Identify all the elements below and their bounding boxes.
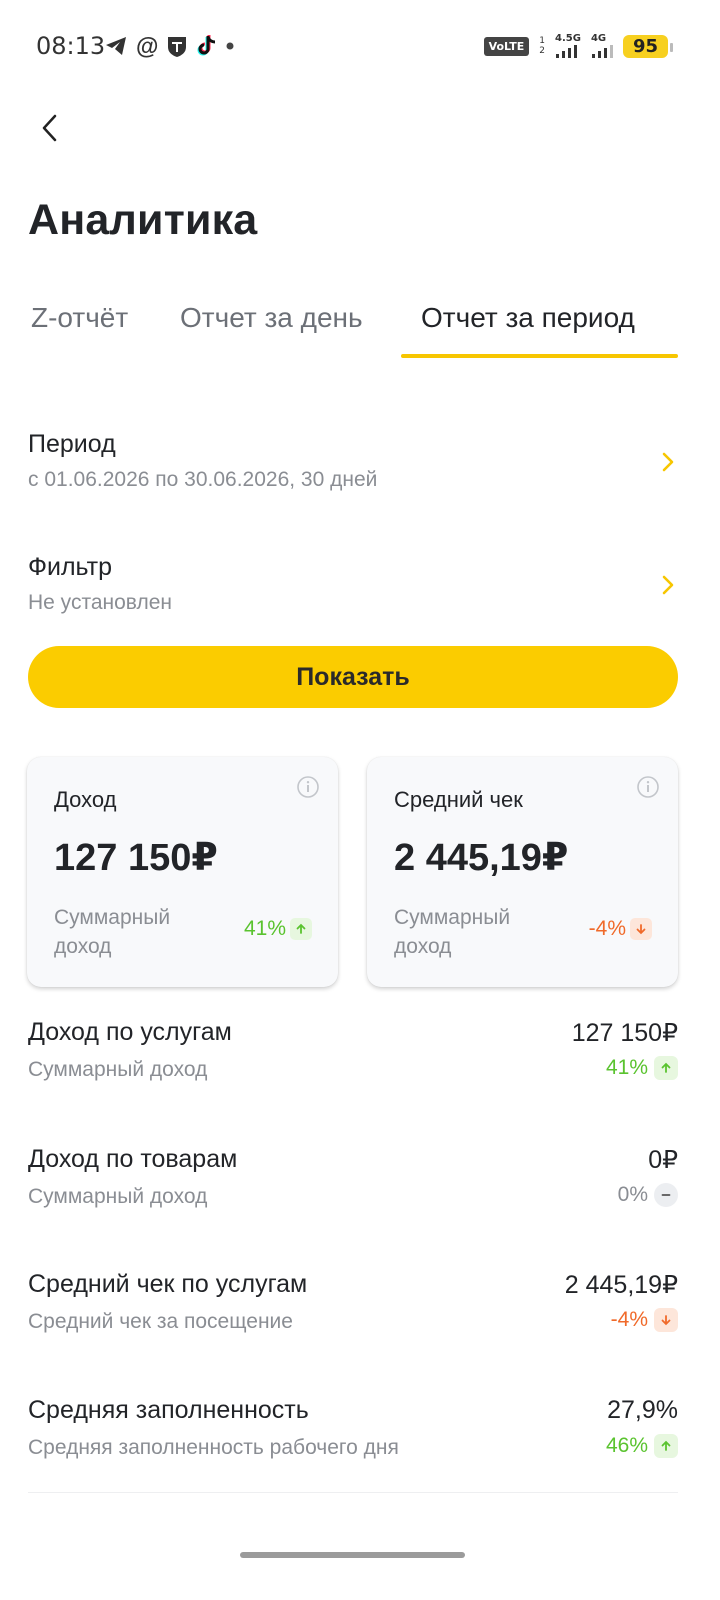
arrow-up-icon bbox=[654, 1434, 678, 1458]
income-card: Доход 127 150₽ Суммарный доход 41% bbox=[27, 757, 338, 987]
arrow-up-icon bbox=[290, 918, 312, 940]
minus-icon bbox=[654, 1183, 678, 1207]
active-tab-indicator bbox=[401, 354, 678, 358]
metric-title: Доход по услугам bbox=[28, 1018, 232, 1046]
chevron-left-icon bbox=[42, 114, 57, 142]
filter-value: Не установлен bbox=[28, 591, 172, 614]
change-value: 41% bbox=[243, 917, 286, 940]
metric-value: 27,9% bbox=[607, 1396, 678, 1424]
change-value: -4% bbox=[610, 1308, 648, 1331]
metric-goods-income: Доход по товарам Суммарный доход 0₽ 0% bbox=[28, 1145, 678, 1225]
chevron-right-icon bbox=[662, 575, 674, 595]
divider bbox=[28, 1492, 678, 1493]
telegram-icon bbox=[104, 35, 128, 57]
status-bar: 08:13 @ VoLTE 1 2 4.5G 4G 95 bbox=[0, 0, 720, 92]
tab-period-report[interactable]: Отчет за период bbox=[421, 302, 635, 334]
change-badge: 41% bbox=[606, 1056, 678, 1080]
more-notifications-dot-icon bbox=[226, 42, 234, 50]
metric-title: Средняя заполненность bbox=[28, 1396, 309, 1424]
metric-value: 2 445,19₽ bbox=[564, 1271, 678, 1299]
card-value: 127 150₽ bbox=[54, 837, 218, 879]
arrow-down-icon bbox=[630, 918, 652, 940]
signal-sim2: 4G bbox=[591, 34, 613, 58]
period-selector[interactable]: Период с 01.06.2026 по 30.06.2026, 30 дн… bbox=[28, 430, 692, 510]
change-value: -4% bbox=[588, 917, 626, 940]
tab-z-report[interactable]: Z-отчёт bbox=[31, 302, 128, 334]
system-indicators: VoLTE 1 2 4.5G 4G 95 bbox=[483, 33, 674, 59]
show-button[interactable]: Показать bbox=[28, 646, 678, 708]
metric-services-average-check: Средний чек по услугам Средний чек за по… bbox=[28, 1270, 678, 1350]
metric-title: Доход по товарам bbox=[28, 1145, 238, 1173]
metric-average-occupancy: Средняя заполненность Средняя заполненно… bbox=[28, 1396, 678, 1476]
change-value: 0% bbox=[617, 1183, 648, 1206]
info-icon[interactable] bbox=[636, 775, 660, 799]
change-value: 41% bbox=[605, 1056, 648, 1079]
battery-indicator: 95 bbox=[622, 34, 674, 58]
change-badge: 41% bbox=[244, 917, 312, 941]
change-badge: 46% bbox=[606, 1434, 678, 1458]
network-type-label: 4.5G bbox=[555, 33, 581, 44]
average-check-card: Средний чек 2 445,19₽ Суммарный доход -4… bbox=[367, 757, 678, 987]
metric-subtitle: Средняя заполненность рабочего дня bbox=[28, 1436, 399, 1459]
signal-bars-icon bbox=[556, 45, 577, 58]
metric-subtitle: Суммарный доход bbox=[28, 1185, 208, 1208]
tab-day-report[interactable]: Отчет за день bbox=[180, 302, 363, 334]
signal-sim1: 4.5G bbox=[555, 34, 581, 58]
arrow-down-icon bbox=[654, 1308, 678, 1332]
metric-value: 0₽ bbox=[648, 1146, 678, 1174]
metric-subtitle: Средний чек за посещение bbox=[28, 1310, 293, 1333]
metric-subtitle: Суммарный доход bbox=[28, 1058, 208, 1081]
change-badge: 0% bbox=[618, 1183, 678, 1207]
info-icon[interactable] bbox=[296, 775, 320, 799]
page-title: Аналитика bbox=[28, 196, 258, 244]
period-value: с 01.06.2026 по 30.06.2026, 30 дней bbox=[28, 468, 378, 491]
network-type-label: 4G bbox=[590, 33, 607, 44]
status-time: 08:13 bbox=[36, 32, 106, 60]
period-label: Период bbox=[28, 430, 116, 458]
report-tabs: Z-отчёт Отчет за день Отчет за период bbox=[0, 290, 720, 360]
card-description: Суммарный доход bbox=[54, 906, 171, 958]
sim-indicator: 1 2 bbox=[539, 36, 545, 56]
filter-selector[interactable]: Фильтр Не установлен bbox=[28, 553, 692, 633]
at-icon: @ bbox=[136, 32, 159, 59]
card-value: 2 445,19₽ bbox=[394, 837, 569, 879]
card-title: Доход bbox=[54, 787, 117, 812]
tiktok-icon bbox=[196, 34, 218, 58]
card-description: Суммарный доход bbox=[394, 906, 511, 958]
arrow-up-icon bbox=[654, 1056, 678, 1080]
metric-services-income: Доход по услугам Суммарный доход 127 150… bbox=[28, 1018, 678, 1098]
change-badge: -4% bbox=[611, 1308, 678, 1332]
shield-t-icon bbox=[166, 34, 188, 58]
filter-label: Фильтр bbox=[28, 553, 112, 581]
metric-title: Средний чек по услугам bbox=[28, 1270, 308, 1298]
chevron-right-icon bbox=[662, 452, 674, 472]
notification-icons: @ bbox=[104, 32, 234, 60]
card-title: Средний чек bbox=[394, 787, 523, 812]
volte-badge: VoLTE bbox=[483, 36, 530, 56]
change-badge: -4% bbox=[589, 917, 652, 941]
change-value: 46% bbox=[605, 1434, 648, 1457]
signal-bars-icon bbox=[591, 45, 613, 58]
home-indicator[interactable] bbox=[240, 1552, 465, 1558]
back-button[interactable] bbox=[28, 106, 72, 150]
metric-value: 127 150₽ bbox=[571, 1019, 678, 1047]
